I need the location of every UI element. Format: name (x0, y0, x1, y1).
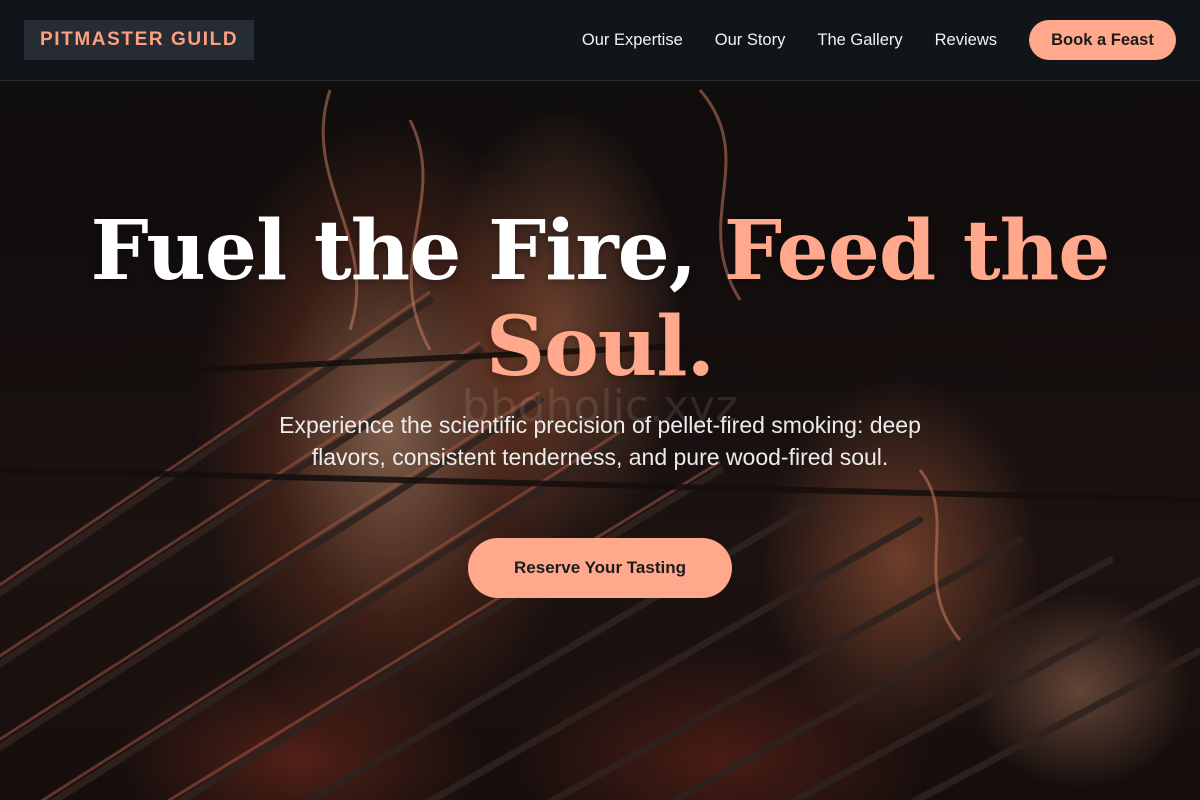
main-nav: Our Expertise Our Story The Gallery Revi… (582, 20, 1176, 60)
logo[interactable]: PITMASTER GUILD (24, 20, 255, 60)
hero-subtext: Experience the scientific precision of p… (279, 412, 921, 470)
nav-link-our-expertise[interactable]: Our Expertise (582, 31, 683, 50)
nav-link-the-gallery[interactable]: The Gallery (817, 31, 902, 50)
hero-section: Fuel the Fire, Feed the Soul. bbqholic.x… (0, 81, 1200, 800)
nav-link-reviews[interactable]: Reviews (935, 31, 997, 50)
book-a-feast-button[interactable]: Book a Feast (1029, 20, 1176, 60)
headline-main: Fuel the Fire, (90, 203, 724, 299)
site-header: PITMASTER GUILD Our Expertise Our Story … (0, 0, 1200, 81)
reserve-tasting-button[interactable]: Reserve Your Tasting (468, 538, 732, 598)
nav-link-our-story[interactable]: Our Story (715, 31, 786, 50)
hero-headline: Fuel the Fire, Feed the Soul. (60, 203, 1140, 395)
